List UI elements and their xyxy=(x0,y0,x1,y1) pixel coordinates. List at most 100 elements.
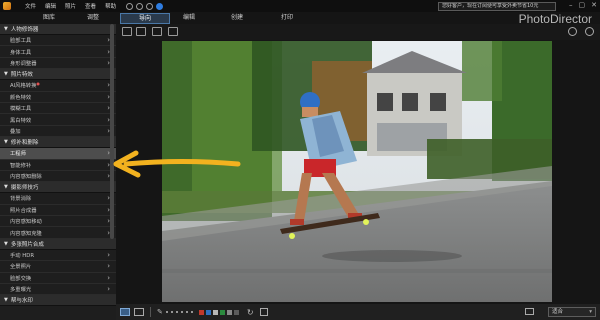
panel-item[interactable]: 身形调整器 › xyxy=(0,58,116,70)
view-toolbar xyxy=(116,24,600,40)
panel-item-label: 全景照片 xyxy=(10,264,32,271)
tab-edit[interactable]: 编辑 xyxy=(174,13,204,24)
pen-icon[interactable]: ✎ xyxy=(157,308,163,316)
panel-item[interactable]: 脸部工具 › xyxy=(0,35,116,47)
settings-icon[interactable] xyxy=(146,2,154,10)
before-after-icon[interactable] xyxy=(152,27,162,36)
single-view-icon[interactable] xyxy=(120,308,130,316)
split-view-icon[interactable] xyxy=(136,27,146,36)
group-header[interactable]: ▼ 多张照片合成 xyxy=(0,238,116,250)
group-title: 帮与水印 xyxy=(10,298,33,305)
panel-item[interactable]: 内容感知删除 › xyxy=(0,171,116,183)
menu-file[interactable]: 文件 xyxy=(25,2,36,10)
swatch-red[interactable] xyxy=(198,309,204,315)
group-header[interactable]: ▼ 帮与水印 xyxy=(0,295,116,307)
swatch-green[interactable] xyxy=(219,309,225,315)
notification-icon[interactable] xyxy=(156,2,164,10)
panel-item-label: 模糊工具 xyxy=(10,106,32,113)
dot xyxy=(190,311,193,313)
account-icon[interactable] xyxy=(126,2,134,10)
group-header[interactable]: ▼ 修补和删除 xyxy=(0,137,116,149)
minimize-icon[interactable]: – xyxy=(569,1,573,9)
group-header[interactable]: ▼ 摄影师技巧 xyxy=(0,182,116,194)
swatch-dark[interactable] xyxy=(233,309,239,315)
panel-item[interactable]: 全景照片 › xyxy=(0,261,116,273)
app-logo xyxy=(3,2,11,10)
divider xyxy=(150,307,151,317)
panel-item-label: 内容感知移动 xyxy=(10,219,42,226)
module-tabs: 图库 调整 导向 编辑 创建 打印 xyxy=(0,12,600,24)
panel-item-label: 身形调整器 xyxy=(10,60,37,67)
panel-item[interactable]: 内容感知移动 › xyxy=(0,216,116,228)
chevron-right-icon: › xyxy=(107,251,110,260)
tab-print[interactable]: 打印 xyxy=(272,13,302,24)
swatch-gray[interactable] xyxy=(212,309,218,315)
panel-item-label: 身体工具 xyxy=(10,49,32,56)
new-badge-icon: ● xyxy=(36,81,40,87)
notification-banner[interactable]: 您好客户，现在订阅便可享受外卖节省10元 xyxy=(438,2,556,11)
panel-item-label: 工程师 xyxy=(10,151,26,158)
panel-item-label: 多重曝光 xyxy=(10,287,32,294)
hand-tool-icon[interactable] xyxy=(568,27,577,36)
menu-edit[interactable]: 编辑 xyxy=(45,2,56,10)
zoom-out-icon[interactable] xyxy=(585,27,594,36)
group-header[interactable]: ▼ 人物修饰器 xyxy=(0,24,116,35)
panel-item[interactable]: 黑白特效 › xyxy=(0,114,116,126)
group-title: 照片特效 xyxy=(10,72,33,79)
tab-guided[interactable]: 导向 xyxy=(120,13,170,24)
menu-help[interactable]: 帮助 xyxy=(105,2,116,10)
panel-item-label: AI风格转换 xyxy=(10,83,37,90)
tab-adjust[interactable]: 调整 xyxy=(78,13,108,24)
panel-item-label: 叠加 xyxy=(10,128,21,135)
maximize-icon[interactable]: ▢ xyxy=(579,1,586,9)
tab-library[interactable]: 图库 xyxy=(34,13,64,24)
compare-view-icon[interactable] xyxy=(134,308,144,316)
panel-item-label: 内容感知克隆 xyxy=(10,230,42,237)
menu-photo[interactable]: 照片 xyxy=(65,2,76,10)
crop-icon[interactable] xyxy=(259,308,268,316)
window-controls: – ▢ ✕ xyxy=(569,1,597,9)
share-icon[interactable] xyxy=(136,2,144,10)
panel-item[interactable]: 模糊工具 › xyxy=(0,103,116,115)
panel-scrollbar[interactable] xyxy=(110,24,114,239)
panel-item[interactable]: 智能修补 › xyxy=(0,160,116,171)
app-window: 文件 编辑 照片 查看 帮助 您好客户，现在订阅便可享受外卖节省10元 – ▢ … xyxy=(0,0,600,320)
history-icon[interactable] xyxy=(168,27,178,36)
dot xyxy=(180,311,183,313)
panel-item-selected[interactable]: 工程师 › xyxy=(0,148,116,160)
menu-bar: 文件 编辑 照片 查看 帮助 xyxy=(25,2,116,10)
dot xyxy=(185,311,188,313)
panel-item[interactable]: 脸部交换 › xyxy=(0,273,116,285)
group-title: 修补和删除 xyxy=(10,140,39,147)
group-title: 多张照片合成 xyxy=(10,241,44,248)
group-header[interactable]: ▼ 照片特效 xyxy=(0,69,116,81)
guided-panel: ▼ 人物修饰器 脸部工具 › 身体工具 › 身形调整器 › ▼ 照片特效 AI风格转换● ›… xyxy=(0,24,116,320)
panel-item[interactable]: 叠加 › xyxy=(0,126,116,138)
group-title: 人物修饰器 xyxy=(10,27,39,33)
swatch-blue[interactable] xyxy=(205,309,211,315)
panel-item[interactable]: 内容感知克隆 › xyxy=(0,227,116,239)
zoom-select[interactable]: 适合 xyxy=(548,307,596,317)
dot xyxy=(170,311,173,313)
close-icon[interactable]: ✕ xyxy=(591,1,597,9)
rotate-icon[interactable]: ↻ xyxy=(247,308,254,317)
panel-item-label: 背景消除 xyxy=(10,196,32,203)
quick-icons xyxy=(126,2,164,10)
panel-item[interactable]: 手动 HDR › xyxy=(0,250,116,262)
panel-item[interactable]: 背景消除 › xyxy=(0,193,116,205)
panel-item[interactable]: 颜色特效 › xyxy=(0,92,116,103)
menu-view[interactable]: 查看 xyxy=(85,2,96,10)
panel-item-label: 照片合成器 xyxy=(10,207,37,214)
panel-item-label: 脸部交换 xyxy=(10,275,32,282)
chevron-right-icon: › xyxy=(107,285,110,294)
panel-item[interactable]: 多重曝光 › xyxy=(0,284,116,296)
panel-item[interactable]: 照片合成器 › xyxy=(0,205,116,217)
zoom-fit-icon[interactable] xyxy=(525,308,534,315)
panel-item[interactable]: 身体工具 › xyxy=(0,46,116,58)
compare-icon[interactable] xyxy=(122,27,132,36)
tab-create[interactable]: 创建 xyxy=(222,13,252,24)
swatch-mid[interactable] xyxy=(226,309,232,315)
chevron-right-icon: › xyxy=(107,262,110,271)
panel-item[interactable]: AI风格转换● › xyxy=(0,80,116,92)
highlight-arrow-icon xyxy=(113,150,241,178)
